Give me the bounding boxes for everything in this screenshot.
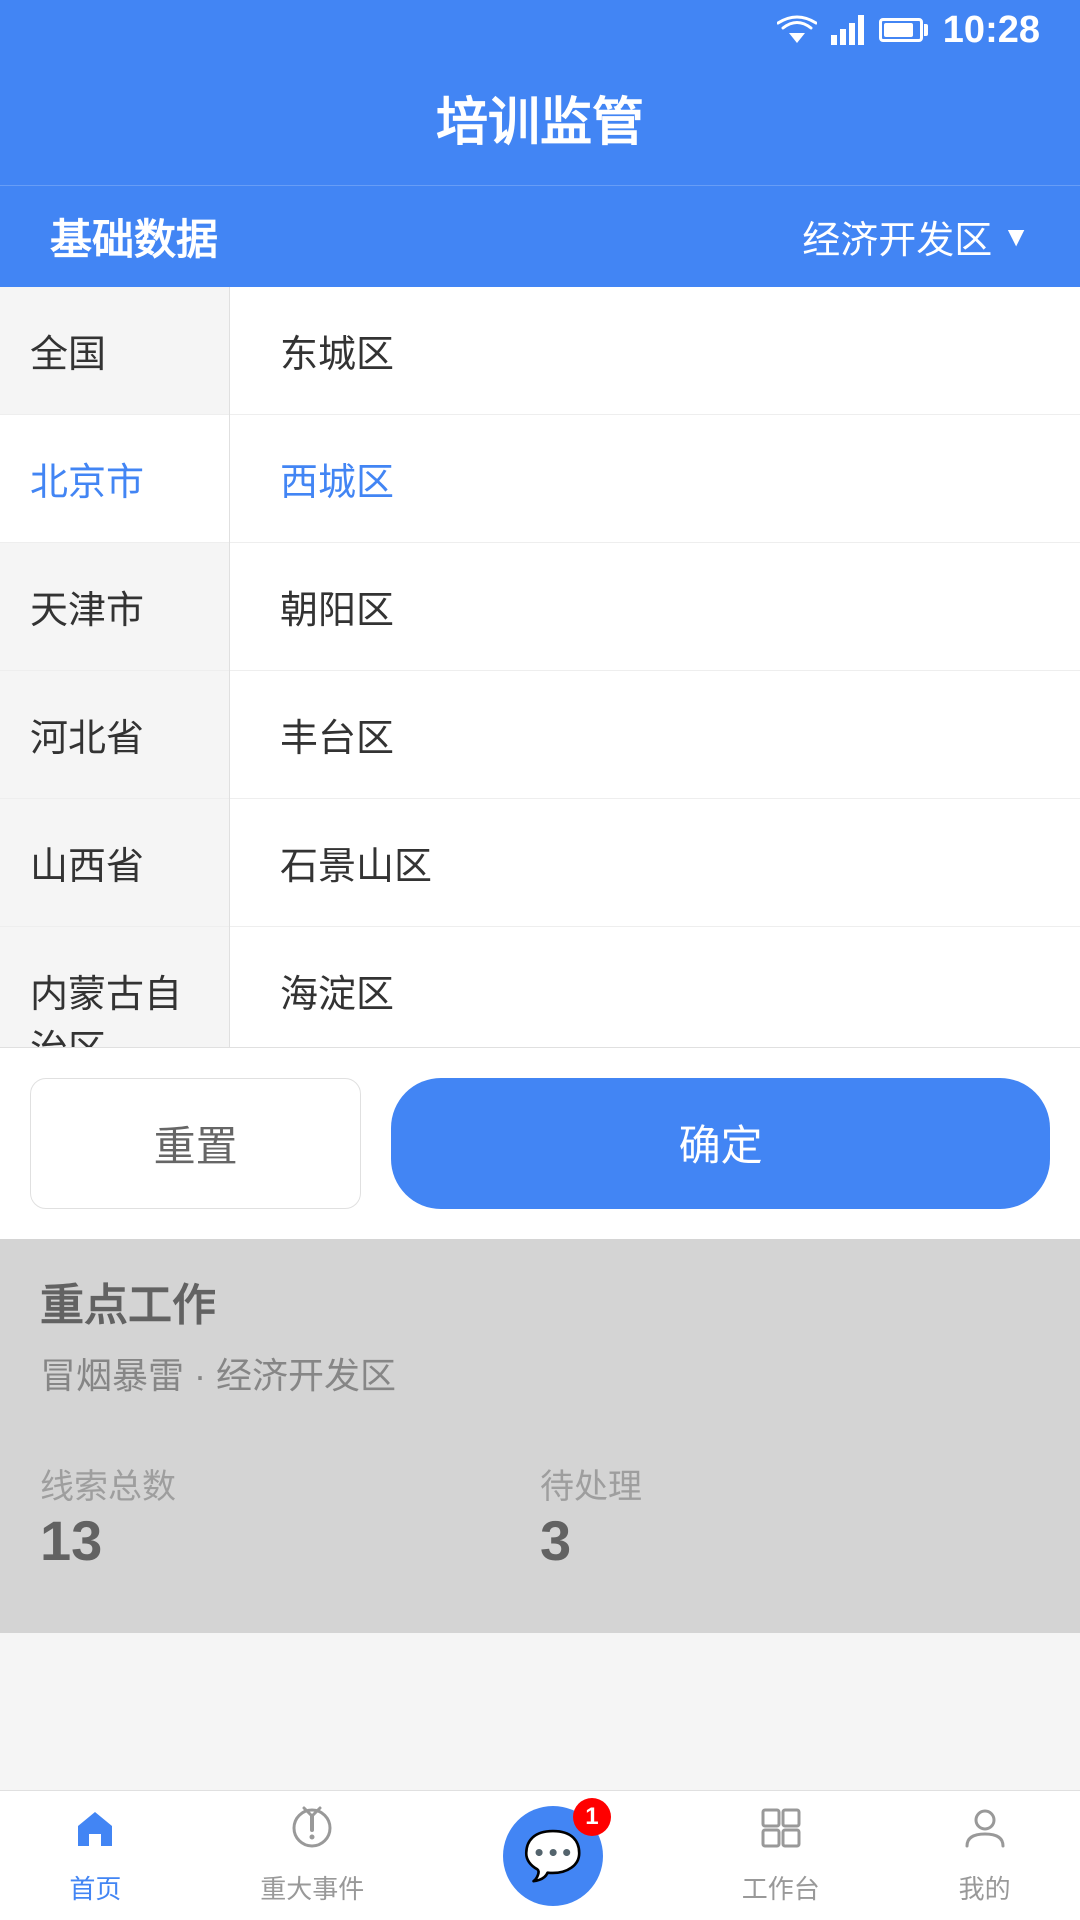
confirm-button[interactable]: 确定: [391, 1078, 1050, 1209]
events-icon: [290, 1806, 334, 1861]
nav-item-home[interactable]: 首页: [69, 1806, 121, 1906]
province-item-shanxi[interactable]: 山西省: [0, 799, 229, 927]
district-item-fengtai[interactable]: 丰台区: [230, 671, 1080, 799]
filter-label: 基础数据: [50, 206, 218, 267]
bottom-navigation: 首页 重大事件 💬 1 工作台 我的: [0, 1790, 1080, 1920]
workspace-icon: [759, 1806, 803, 1861]
district-item-chaoyang[interactable]: 朝阳区: [230, 543, 1080, 671]
message-badge: 1: [573, 1798, 611, 1836]
bg-subtitle: 冒烟暴雷 · 经济开发区: [40, 1347, 1040, 1399]
reset-button[interactable]: 重置: [30, 1078, 361, 1209]
province-item-beijing[interactable]: 北京市: [0, 415, 229, 543]
selector-container: 全国北京市天津市河北省山西省内蒙古自治区辽宁省吉林省 东城区西城区朝阳区丰台区石…: [0, 287, 1080, 1047]
district-item-dongcheng[interactable]: 东城区: [230, 287, 1080, 415]
action-buttons: 重置 确定: [0, 1047, 1080, 1239]
province-item-quanguo[interactable]: 全国: [0, 287, 229, 415]
status-icons: [777, 15, 923, 45]
status-bar: 10:28: [0, 0, 1080, 60]
stat-label: 线索总数: [40, 1459, 540, 1508]
stat-value: 3: [540, 1508, 1040, 1573]
stat-box: 待处理 3: [540, 1429, 1040, 1603]
stat-value: 13: [40, 1508, 540, 1573]
nav-item-events[interactable]: 重大事件: [260, 1806, 364, 1906]
signal-icon: [831, 15, 865, 45]
nav-item-workspace[interactable]: 工作台: [742, 1806, 820, 1906]
battery-icon: [879, 18, 923, 42]
chevron-down-icon: ▼: [1002, 221, 1030, 253]
filter-dropdown[interactable]: 经济开发区 ▼: [802, 209, 1030, 264]
bg-section-title: 重点工作: [40, 1269, 1040, 1333]
nav-label-home: 首页: [69, 1869, 121, 1906]
wifi-icon: [777, 15, 817, 45]
background-content: 重点工作 冒烟暴雷 · 经济开发区 线索总数 13待处理 3: [0, 1239, 1080, 1633]
province-item-hebei[interactable]: 河北省: [0, 671, 229, 799]
filter-bar: 基础数据 经济开发区 ▼: [0, 185, 1080, 287]
district-item-xicheng[interactable]: 西城区: [230, 415, 1080, 543]
stat-label: 待处理: [540, 1459, 1040, 1508]
filter-dropdown-text: 经济开发区: [802, 209, 992, 264]
province-list: 全国北京市天津市河北省山西省内蒙古自治区辽宁省吉林省: [0, 287, 230, 1047]
stat-box: 线索总数 13: [40, 1429, 540, 1603]
message-button[interactable]: 💬 1: [503, 1806, 603, 1906]
district-item-haidian[interactable]: 海淀区: [230, 927, 1080, 1047]
message-icon: 💬: [523, 1827, 583, 1884]
district-list: 东城区西城区朝阳区丰台区石景山区海淀区门头沟区房山区: [230, 287, 1080, 1047]
province-item-tianjin[interactable]: 天津市: [0, 543, 229, 671]
app-title: 培训监管: [0, 80, 1080, 155]
province-item-neimenggu[interactable]: 内蒙古自治区: [0, 927, 229, 1047]
district-item-shijingshan[interactable]: 石景山区: [230, 799, 1080, 927]
nav-label-workspace: 工作台: [742, 1869, 820, 1906]
nav-label-events: 重大事件: [260, 1869, 364, 1906]
home-icon: [73, 1806, 117, 1861]
nav-label-mine: 我的: [959, 1869, 1011, 1906]
nav-item-mine[interactable]: 我的: [959, 1806, 1011, 1906]
mine-icon: [963, 1806, 1007, 1861]
bg-stats: 线索总数 13待处理 3: [40, 1429, 1040, 1603]
app-header: 培训监管: [0, 60, 1080, 185]
status-time: 10:28: [943, 9, 1040, 52]
